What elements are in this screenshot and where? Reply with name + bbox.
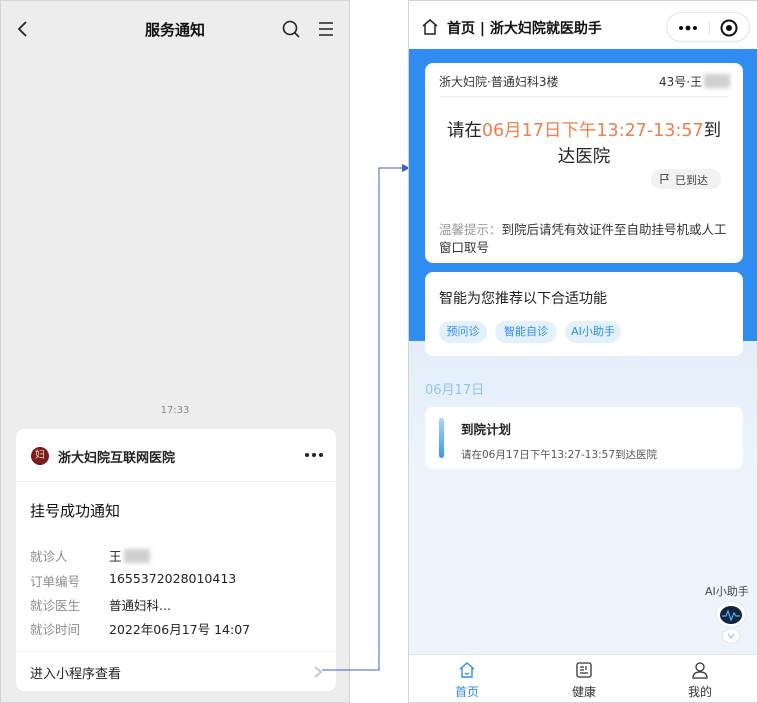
miniprogram-capsule — [666, 12, 750, 42]
miniprogram-header: 首页 | 浙大妇院就医助手 — [409, 1, 757, 49]
arrived-label: 已到达 — [675, 174, 708, 187]
arrived-button[interactable]: 已到达 — [651, 169, 721, 189]
field-label: 就诊人 — [30, 549, 68, 564]
card-divider — [439, 96, 729, 97]
page-title: 首页 | 浙大妇院就医助手 — [447, 21, 602, 37]
chevron-right-icon — [314, 666, 323, 678]
more-icon[interactable] — [303, 445, 325, 465]
health-icon — [576, 662, 592, 678]
field-label: 就诊医生 — [30, 598, 81, 613]
notification-card[interactable]: 妇 浙大妇院互联网医院 挂号成功通知 就诊人 王 订单编号 1655372028… — [16, 429, 336, 691]
appointment-department: 浙大妇院·普通妇科3楼 — [439, 75, 559, 89]
field-value: 普通妇科... — [109, 598, 171, 613]
recommendation-title: 智能为您推荐以下合适功能 — [439, 291, 607, 307]
redacted-blur — [704, 74, 731, 88]
card-divider — [16, 481, 336, 482]
notification-panel: 服务通知 17:33 妇 浙大妇院互联网医院 挂号成功通知 就诊人 王 订单编号… — [0, 0, 350, 703]
warm-tip: 温馨提示：到院后请凭有效证件至自助挂号机或人工窗口取号 — [439, 222, 727, 255]
field-value: 1655372028010413 — [109, 571, 237, 586]
tab-health[interactable]: 健康 — [544, 655, 624, 702]
bottom-tab-bar: 首页 健康 我的 — [409, 654, 757, 702]
tab-profile[interactable]: 我的 — [660, 655, 740, 702]
redacted-blur — [123, 549, 150, 563]
card-divider — [16, 651, 336, 652]
field-value: 2022年06月17号 14:07 — [109, 622, 251, 637]
chip-ai-assistant[interactable]: AI小助手 — [565, 321, 621, 343]
chip-smart-self-diagnosis[interactable]: 智能自诊 — [495, 321, 557, 343]
hospital-name: 浙大妇院互联网医院 — [58, 451, 176, 466]
recommendation-card: 智能为您推荐以下合适功能 预问诊 智能自诊 AI小助手 — [425, 272, 743, 356]
field-label: 订单编号 — [30, 574, 81, 589]
timeline-date: 06月17日 — [425, 383, 485, 398]
menu-icon[interactable] — [316, 19, 336, 39]
plan-title: 到院计划 — [461, 422, 512, 437]
message-timestamp: 17:33 — [160, 405, 190, 416]
more-icon[interactable] — [677, 18, 699, 38]
arrival-instruction: 请在06月17日下午13:27-13:57到达医院 — [446, 121, 722, 167]
miniprogram-panel: 首页 | 浙大妇院就医助手 浙大妇院·普通妇科3楼 43号·王 请在06月17日… — [408, 0, 758, 703]
chip-pre-consult[interactable]: 预问诊 — [439, 321, 487, 343]
appointment-card[interactable]: 浙大妇院·普通妇科3楼 43号·王 请在06月17日下午13:27-13:57到… — [425, 63, 743, 263]
search-icon[interactable] — [281, 19, 301, 39]
capsule-divider — [709, 21, 710, 35]
close-miniprogram-icon[interactable] — [719, 18, 739, 38]
ai-assistant-label: AI小助手 — [705, 585, 749, 598]
plan-accent-bar — [439, 418, 444, 458]
arrival-time-range: 06月17日下午13:27-13:57 — [481, 121, 704, 141]
enter-miniprogram-link[interactable]: 进入小程序查看 — [30, 663, 121, 682]
home-icon[interactable] — [421, 18, 439, 36]
plan-subtitle: 请在06月17日下午13:27-13:57到达医院 — [461, 449, 658, 461]
notification-title: 挂号成功通知 — [30, 502, 121, 520]
hospital-logo: 妇 — [31, 447, 49, 465]
visit-plan-card[interactable]: 到院计划 请在06月17日下午13:27-13:57到达医院 — [425, 407, 743, 469]
ai-robot-icon[interactable] — [711, 598, 751, 646]
field-value: 王 — [109, 546, 150, 565]
tab-label: 健康 — [571, 685, 596, 699]
notification-header: 服务通知 — [1, 1, 349, 57]
flag-icon — [660, 173, 669, 184]
appointment-number: 43号·王 — [659, 73, 731, 90]
tab-home[interactable]: 首页 — [427, 655, 507, 702]
field-label: 就诊时间 — [30, 622, 81, 637]
tab-label: 首页 — [454, 685, 479, 699]
tab-label: 我的 — [687, 685, 712, 699]
profile-icon — [692, 662, 708, 679]
home-icon — [459, 662, 475, 678]
